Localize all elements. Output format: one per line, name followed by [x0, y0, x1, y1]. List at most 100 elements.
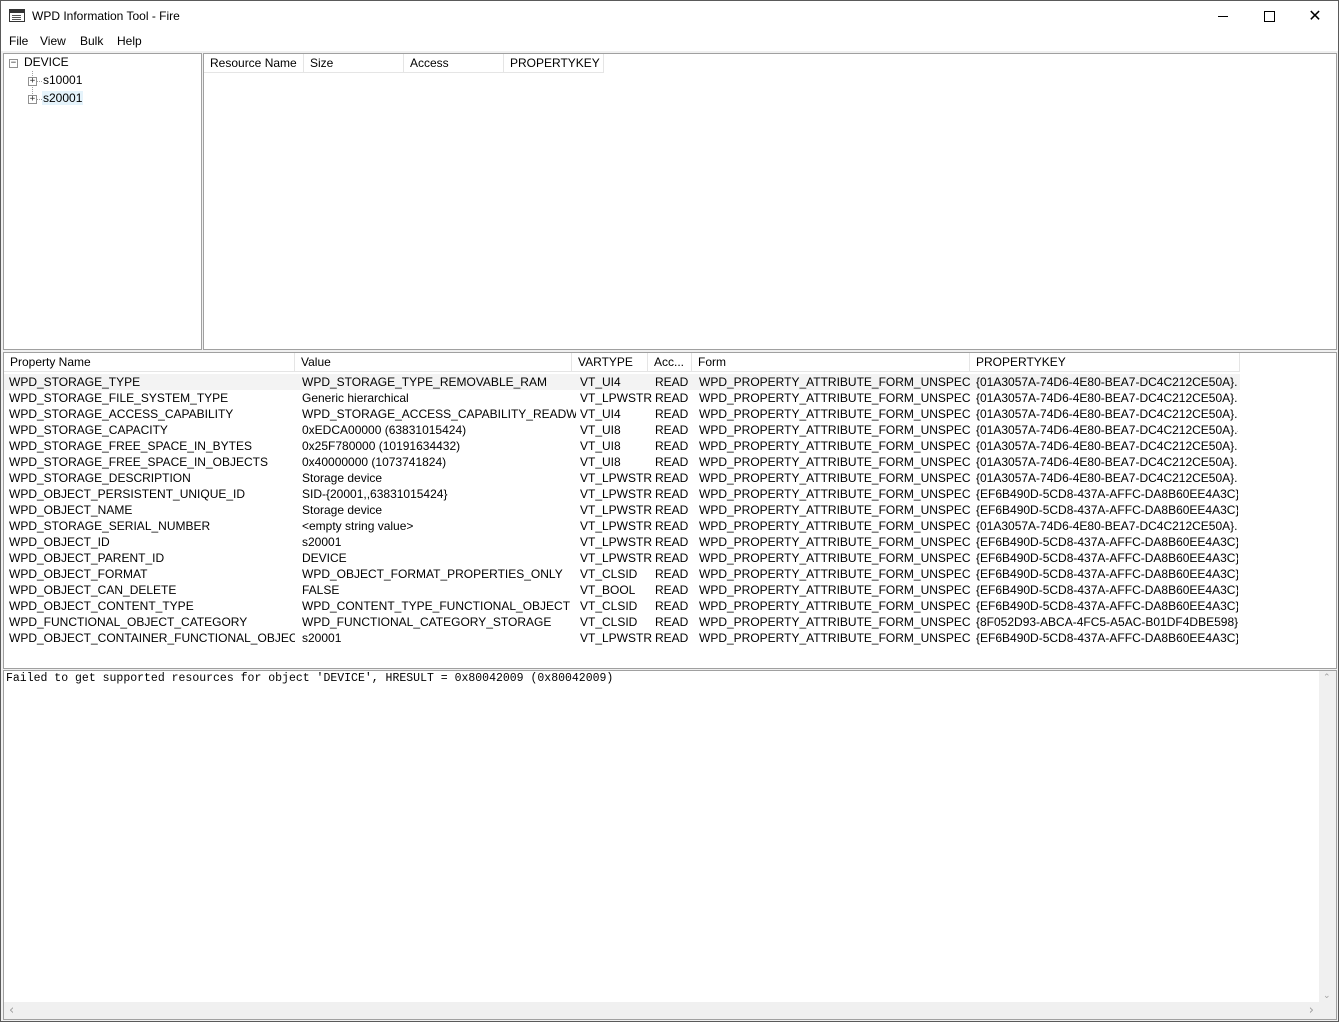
- table-row[interactable]: WPD_STORAGE_CAPACITY 0xEDCA00000 (6383101…: [4, 422, 1240, 438]
- menu-help[interactable]: Help: [117, 34, 142, 48]
- scroll-down-icon[interactable]: ⌄: [1323, 991, 1331, 1001]
- log-output[interactable]: Failed to get supported resources for ob…: [3, 670, 1337, 1020]
- propertykey-cell: {EF6B490D-5CD8-437A-AFFC-DA8B60EE4A3C}.7: [976, 599, 1238, 613]
- expand-icon[interactable]: +: [28, 77, 37, 86]
- vertical-scrollbar[interactable]: ⌃ ⌄: [1319, 671, 1336, 1003]
- log-text: Failed to get supported resources for ob…: [6, 672, 614, 685]
- title-bar[interactable]: WPD Information Tool - Fire ✕: [1, 1, 1338, 31]
- property-name-cell: WPD_STORAGE_ACCESS_CAPABILITY: [9, 407, 234, 421]
- form-cell: WPD_PROPERTY_ATTRIBUTE_FORM_UNSPECIFIED: [699, 455, 971, 469]
- property-name-cell: WPD_STORAGE_FILE_SYSTEM_TYPE: [9, 391, 229, 405]
- value-cell: DEVICE: [302, 551, 347, 565]
- scroll-right-icon[interactable]: ›: [1309, 1003, 1314, 1018]
- vartype-cell: VT_LPWSTR: [580, 519, 652, 533]
- access-cell: READ: [655, 455, 689, 469]
- access-cell: READ: [655, 423, 689, 437]
- col-form[interactable]: Form: [692, 353, 970, 371]
- col-access[interactable]: Acc...: [648, 353, 692, 371]
- col-value[interactable]: Value: [295, 353, 572, 371]
- property-name-cell: WPD_OBJECT_PERSISTENT_UNIQUE_ID: [9, 487, 246, 501]
- form-cell: WPD_PROPERTY_ATTRIBUTE_FORM_UNSPECIFIED: [699, 599, 971, 613]
- col-vartype[interactable]: VARTYPE: [572, 353, 648, 371]
- minimize-button[interactable]: [1200, 1, 1246, 31]
- propertykey-cell: {01A3057A-74D6-4E80-BEA7-DC4C212CE50A}.8: [976, 519, 1238, 533]
- maximize-button[interactable]: [1246, 1, 1292, 31]
- horizontal-scrollbar[interactable]: ‹ ›: [4, 1002, 1319, 1019]
- menu-view[interactable]: View: [40, 34, 66, 48]
- col-resource-name[interactable]: Resource Name: [204, 54, 304, 72]
- table-row[interactable]: WPD_OBJECT_CONTAINER_FUNCTIONAL_OBJECT_I…: [4, 630, 1240, 646]
- propertykey-cell: {01A3057A-74D6-4E80-BEA7-DC4C212CE50A}.7: [976, 471, 1238, 485]
- property-name-cell: WPD_OBJECT_PARENT_ID: [9, 551, 165, 565]
- form-cell: WPD_PROPERTY_ATTRIBUTE_FORM_UNSPECIFIED: [699, 375, 971, 389]
- table-row[interactable]: WPD_OBJECT_NAME Storage device VT_LPWSTR RE…: [4, 502, 1240, 518]
- maximize-icon: [1263, 10, 1275, 22]
- vartype-cell: VT_UI8: [580, 455, 621, 469]
- menu-bulk[interactable]: Bulk: [80, 34, 103, 48]
- window-title: WPD Information Tool - Fire: [32, 9, 180, 23]
- vartype-cell: VT_UI8: [580, 423, 621, 437]
- form-cell: WPD_PROPERTY_ATTRIBUTE_FORM_UNSPECIFIED: [699, 407, 971, 421]
- col-size[interactable]: Size: [304, 54, 404, 72]
- property-name-cell: WPD_OBJECT_FORMAT: [9, 567, 148, 581]
- table-row[interactable]: WPD_OBJECT_CONTENT_TYPE WPD_CONTENT_TYPE_…: [4, 598, 1240, 614]
- vartype-cell: VT_LPWSTR: [580, 631, 652, 645]
- menu-file[interactable]: File: [9, 34, 28, 48]
- col-propertykey[interactable]: PROPERTYKEY: [970, 353, 1240, 371]
- value-cell: 0x40000000 (1073741824): [302, 455, 447, 469]
- expand-icon[interactable]: +: [28, 95, 37, 104]
- propertykey-cell: {01A3057A-74D6-4E80-BEA7-DC4C212CE50A}.4: [976, 423, 1238, 437]
- table-row[interactable]: WPD_STORAGE_TYPE WPD_STORAGE_TYPE_REMOVAB…: [4, 374, 1240, 390]
- value-cell: Storage device: [302, 503, 383, 517]
- table-row[interactable]: WPD_OBJECT_PERSISTENT_UNIQUE_ID SID-{2000…: [4, 486, 1240, 502]
- table-row[interactable]: WPD_STORAGE_FREE_SPACE_IN_BYTES 0x25F7800…: [4, 438, 1240, 454]
- resources-list[interactable]: Resource Name Size Access PROPERTYKEY: [203, 53, 1337, 350]
- table-row[interactable]: WPD_STORAGE_ACCESS_CAPABILITY WPD_STORAGE…: [4, 406, 1240, 422]
- vartype-cell: VT_CLSID: [580, 599, 638, 613]
- object-tree[interactable]: − DEVICE + s10001 + s20001: [3, 53, 202, 350]
- col-property-name[interactable]: Property Name: [4, 353, 295, 371]
- value-cell: WPD_STORAGE_ACCESS_CAPABILITY_READWRITE: [302, 407, 576, 421]
- scroll-left-icon[interactable]: ‹: [9, 1003, 14, 1018]
- vartype-cell: VT_LPWSTR: [580, 503, 652, 517]
- propertykey-cell: {01A3057A-74D6-4E80-BEA7-DC4C212CE50A}.6: [976, 455, 1238, 469]
- table-row[interactable]: WPD_FUNCTIONAL_OBJECT_CATEGORY WPD_FUNCTI…: [4, 614, 1240, 630]
- table-row[interactable]: WPD_STORAGE_FREE_SPACE_IN_OBJECTS 0x40000…: [4, 454, 1240, 470]
- tree-node-device[interactable]: DEVICE: [24, 55, 69, 69]
- close-button[interactable]: ✕: [1292, 1, 1338, 31]
- propertykey-cell: {EF6B490D-5CD8-437A-AFFC-DA8B60EE4A3C}.2…: [976, 583, 1238, 597]
- access-cell: READ: [655, 615, 689, 629]
- access-cell: READ: [655, 471, 689, 485]
- tree-node-s10001[interactable]: s10001: [43, 73, 82, 87]
- property-name-cell: WPD_OBJECT_NAME: [9, 503, 133, 517]
- properties-list[interactable]: Property Name Value VARTYPE Acc... Form …: [3, 352, 1337, 669]
- table-row[interactable]: WPD_OBJECT_CAN_DELETE FALSE VT_BOOL READ WPD…: [4, 582, 1240, 598]
- table-row[interactable]: WPD_STORAGE_SERIAL_NUMBER <empty string v…: [4, 518, 1240, 534]
- propertykey-cell: {8F052D93-ABCA-4FC5-A5AC-B01DF4DBE598}.2: [976, 615, 1238, 629]
- col-propertykey[interactable]: PROPERTYKEY: [504, 54, 604, 72]
- value-cell: WPD_FUNCTIONAL_CATEGORY_STORAGE: [302, 615, 552, 629]
- col-access[interactable]: Access: [404, 54, 504, 72]
- table-row[interactable]: WPD_STORAGE_FILE_SYSTEM_TYPE Generic hier…: [4, 390, 1240, 406]
- propertykey-cell: {EF6B490D-5CD8-437A-AFFC-DA8B60EE4A3C}.2…: [976, 631, 1238, 645]
- value-cell: 0x25F780000 (10191634432): [302, 439, 461, 453]
- collapse-icon[interactable]: −: [9, 59, 18, 68]
- scroll-up-icon[interactable]: ⌃: [1323, 673, 1331, 683]
- property-name-cell: WPD_OBJECT_CAN_DELETE: [9, 583, 177, 597]
- form-cell: WPD_PROPERTY_ATTRIBUTE_FORM_UNSPECIFIED: [699, 439, 971, 453]
- vartype-cell: VT_UI8: [580, 439, 621, 453]
- access-cell: READ: [655, 551, 689, 565]
- vartype-cell: VT_LPWSTR: [580, 535, 652, 549]
- access-cell: READ: [655, 535, 689, 549]
- table-row[interactable]: WPD_OBJECT_ID s20001 VT_LPWSTR READ WPD_PROP…: [4, 534, 1240, 550]
- form-cell: WPD_PROPERTY_ATTRIBUTE_FORM_UNSPECIFIED: [699, 615, 971, 629]
- table-row[interactable]: WPD_STORAGE_DESCRIPTION Storage device VT_…: [4, 470, 1240, 486]
- value-cell: WPD_STORAGE_TYPE_REMOVABLE_RAM: [302, 375, 547, 389]
- table-row[interactable]: WPD_OBJECT_PARENT_ID DEVICE VT_LPWSTR READ W…: [4, 550, 1240, 566]
- property-name-cell: WPD_STORAGE_FREE_SPACE_IN_BYTES: [9, 439, 252, 453]
- table-row[interactable]: WPD_OBJECT_FORMAT WPD_OBJECT_FORMAT_PROPE…: [4, 566, 1240, 582]
- tree-node-s20001[interactable]: s20001: [42, 91, 84, 105]
- app-window: WPD Information Tool - Fire ✕ File View …: [0, 0, 1339, 1022]
- form-cell: WPD_PROPERTY_ATTRIBUTE_FORM_UNSPECIFIED: [699, 471, 971, 485]
- property-name-cell: WPD_STORAGE_TYPE: [9, 375, 141, 389]
